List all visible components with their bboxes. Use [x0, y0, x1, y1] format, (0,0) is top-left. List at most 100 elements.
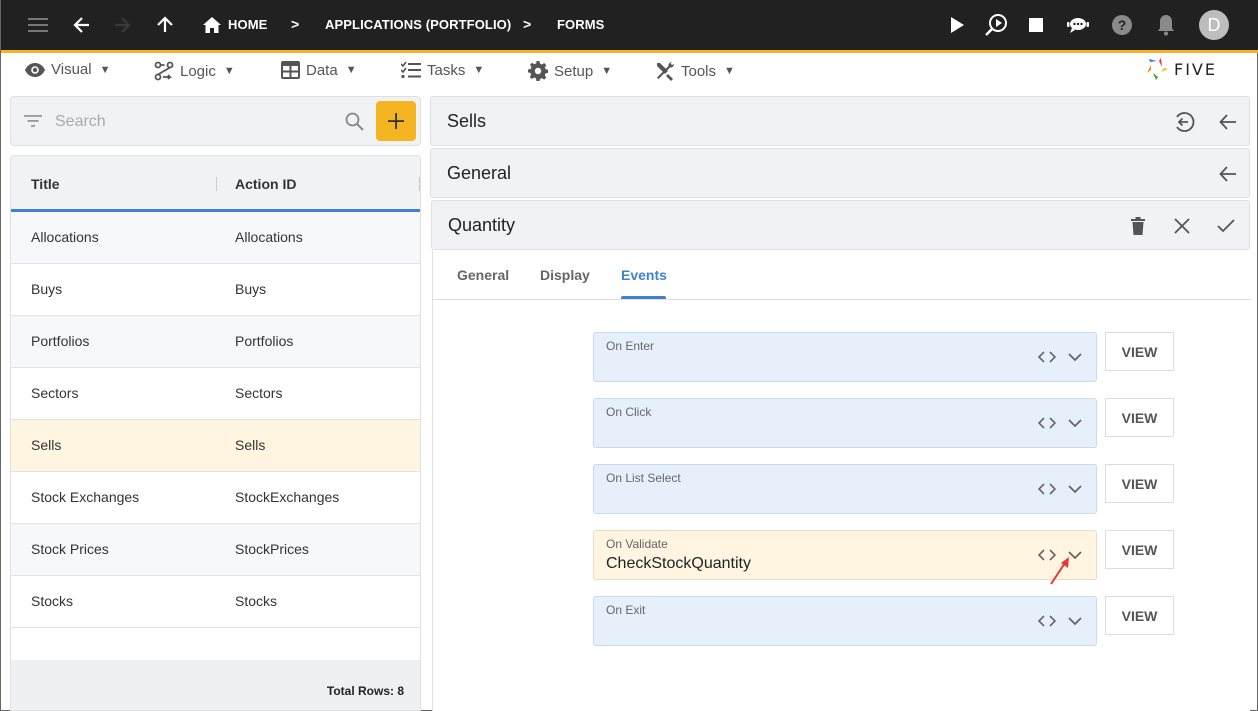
view-button[interactable]: VIEW	[1105, 464, 1174, 503]
row-action-id: Stocks	[235, 593, 278, 609]
column-header-action-id[interactable]: Action ID	[235, 176, 296, 192]
checklist-icon	[401, 61, 421, 79]
code-icon[interactable]	[1037, 349, 1057, 365]
menu-tasks-label: Tasks	[427, 61, 466, 79]
tab-display[interactable]: Display	[540, 267, 590, 283]
tools-icon	[657, 62, 674, 81]
total-rows: Total Rows: 8	[326, 684, 404, 698]
event-field-value: CheckStockQuantity	[606, 555, 751, 572]
event-field-label: On Validate	[606, 537, 668, 551]
back-icon[interactable]	[70, 13, 94, 37]
breadcrumb-separator: >	[291, 16, 300, 32]
code-icon[interactable]	[1037, 613, 1057, 629]
chat-bot-icon[interactable]	[1066, 13, 1090, 37]
back-arrow-icon[interactable]	[1216, 162, 1240, 186]
avatar[interactable]: D	[1199, 10, 1229, 40]
menu-tools-label: Tools	[681, 62, 717, 80]
column-header-title[interactable]: Title	[31, 176, 60, 192]
back-circle-icon[interactable]	[1172, 110, 1196, 134]
menu-tools[interactable]: Tools ▼	[655, 61, 735, 81]
play-icon[interactable]	[945, 13, 969, 37]
view-button[interactable]: VIEW	[1105, 596, 1174, 635]
view-button[interactable]: VIEW	[1105, 398, 1174, 437]
chevron-down-icon[interactable]	[1067, 481, 1083, 497]
menu-setup-label: Setup	[554, 62, 594, 80]
search-icon[interactable]	[345, 112, 364, 131]
chevron-down-icon[interactable]	[1067, 349, 1083, 365]
check-icon[interactable]	[1214, 214, 1238, 238]
up-icon[interactable]	[153, 13, 177, 37]
forms-list: Title Action ID Allocations Allocations Bu…	[10, 155, 421, 711]
eye-icon	[25, 62, 45, 77]
breadcrumb-forms[interactable]: FORMS	[557, 17, 604, 32]
list-row[interactable]: Buys Buys	[11, 264, 420, 316]
five-logo: FIVE	[1146, 57, 1217, 81]
row-action-id: Buys	[235, 281, 267, 297]
stop-icon[interactable]	[1024, 13, 1048, 37]
menu-bar: Visual ▼ Logic ▼ Data ▼ Tasks ▼ Setup ▼ …	[1, 53, 1258, 89]
logic-icon	[154, 61, 174, 81]
list-row[interactable]: Sectors Sectors	[11, 368, 420, 420]
bell-icon[interactable]	[1154, 13, 1178, 37]
trash-icon[interactable]	[1126, 214, 1150, 238]
row-action-id: Sectors	[235, 385, 283, 401]
caret-down-icon: ▼	[345, 64, 357, 76]
quantity-panel-title: Quantity	[448, 215, 516, 235]
menu-logic[interactable]: Logic ▼	[154, 61, 235, 81]
breadcrumb-applications[interactable]: APPLICATIONS (PORTFOLIO)	[325, 17, 511, 32]
caret-down-icon: ▼	[223, 65, 235, 77]
filter-icon[interactable]	[24, 114, 42, 128]
list-row[interactable]: Stock Prices StockPrices	[11, 524, 420, 576]
code-icon[interactable]	[1037, 481, 1057, 497]
tab-events[interactable]: Events	[621, 267, 667, 283]
general-panel-title: General	[447, 163, 512, 183]
menu-setup[interactable]: Setup ▼	[528, 61, 612, 81]
row-title: Sectors	[31, 385, 79, 401]
event-field-on-list-select[interactable]: On List Select	[593, 464, 1097, 514]
view-button[interactable]: VIEW	[1105, 530, 1174, 569]
quantity-panel-header: Quantity	[431, 200, 1250, 250]
caret-down-icon: ▼	[473, 64, 485, 76]
list-row[interactable]: Sells Sells	[11, 420, 420, 472]
row-title: Stock Prices	[31, 541, 109, 557]
row-title: Allocations	[31, 229, 99, 245]
search-bar	[10, 96, 421, 146]
menu-visual[interactable]: Visual ▼	[25, 61, 110, 78]
event-field-on-enter[interactable]: On Enter	[593, 332, 1097, 382]
view-button[interactable]: VIEW	[1105, 332, 1174, 371]
column-divider[interactable]	[216, 177, 217, 191]
list-row[interactable]: Portfolios Portfolios	[11, 316, 420, 368]
home-icon[interactable]	[200, 13, 224, 37]
event-field-label: On List Select	[606, 471, 681, 485]
close-icon[interactable]	[1170, 214, 1194, 238]
list-row[interactable]: Stocks Stocks	[11, 576, 420, 628]
list-body: Allocations Allocations Buys Buys Portfolios…	[11, 212, 420, 628]
menu-tasks[interactable]: Tasks ▼	[401, 61, 484, 79]
search-input[interactable]	[55, 110, 335, 134]
top-bar: HOME > APPLICATIONS (PORTFOLIO) > FORMS …	[1, 0, 1258, 50]
row-action-id: Allocations	[235, 229, 303, 245]
event-field-on-exit[interactable]: On Exit	[593, 596, 1097, 646]
chevron-down-icon[interactable]	[1067, 415, 1083, 431]
event-field-on-validate[interactable]: On Validate CheckStockQuantity	[593, 530, 1097, 580]
event-field-on-click[interactable]: On Click	[593, 398, 1097, 448]
list-header: Title Action ID	[11, 156, 420, 212]
column-divider[interactable]	[419, 177, 420, 191]
code-icon[interactable]	[1037, 415, 1057, 431]
row-action-id: StockPrices	[235, 541, 309, 557]
add-button[interactable]	[376, 101, 416, 141]
list-row[interactable]: Allocations Allocations	[11, 212, 420, 264]
menu-data[interactable]: Data ▼	[281, 61, 357, 79]
inspect-play-icon[interactable]	[984, 13, 1008, 37]
help-icon[interactable]: ?	[1110, 13, 1134, 37]
chevron-down-icon[interactable]	[1067, 613, 1083, 629]
menu-icon[interactable]	[26, 13, 50, 37]
tab-general[interactable]: General	[457, 267, 509, 283]
breadcrumb-home[interactable]: HOME	[228, 17, 267, 32]
forward-icon[interactable]	[110, 13, 134, 37]
plus-icon	[388, 113, 404, 129]
row-action-id: Sells	[235, 437, 266, 453]
caret-down-icon: ▼	[601, 65, 613, 77]
list-row[interactable]: Stock Exchanges StockExchanges	[11, 472, 420, 524]
back-arrow-icon[interactable]	[1216, 110, 1240, 134]
